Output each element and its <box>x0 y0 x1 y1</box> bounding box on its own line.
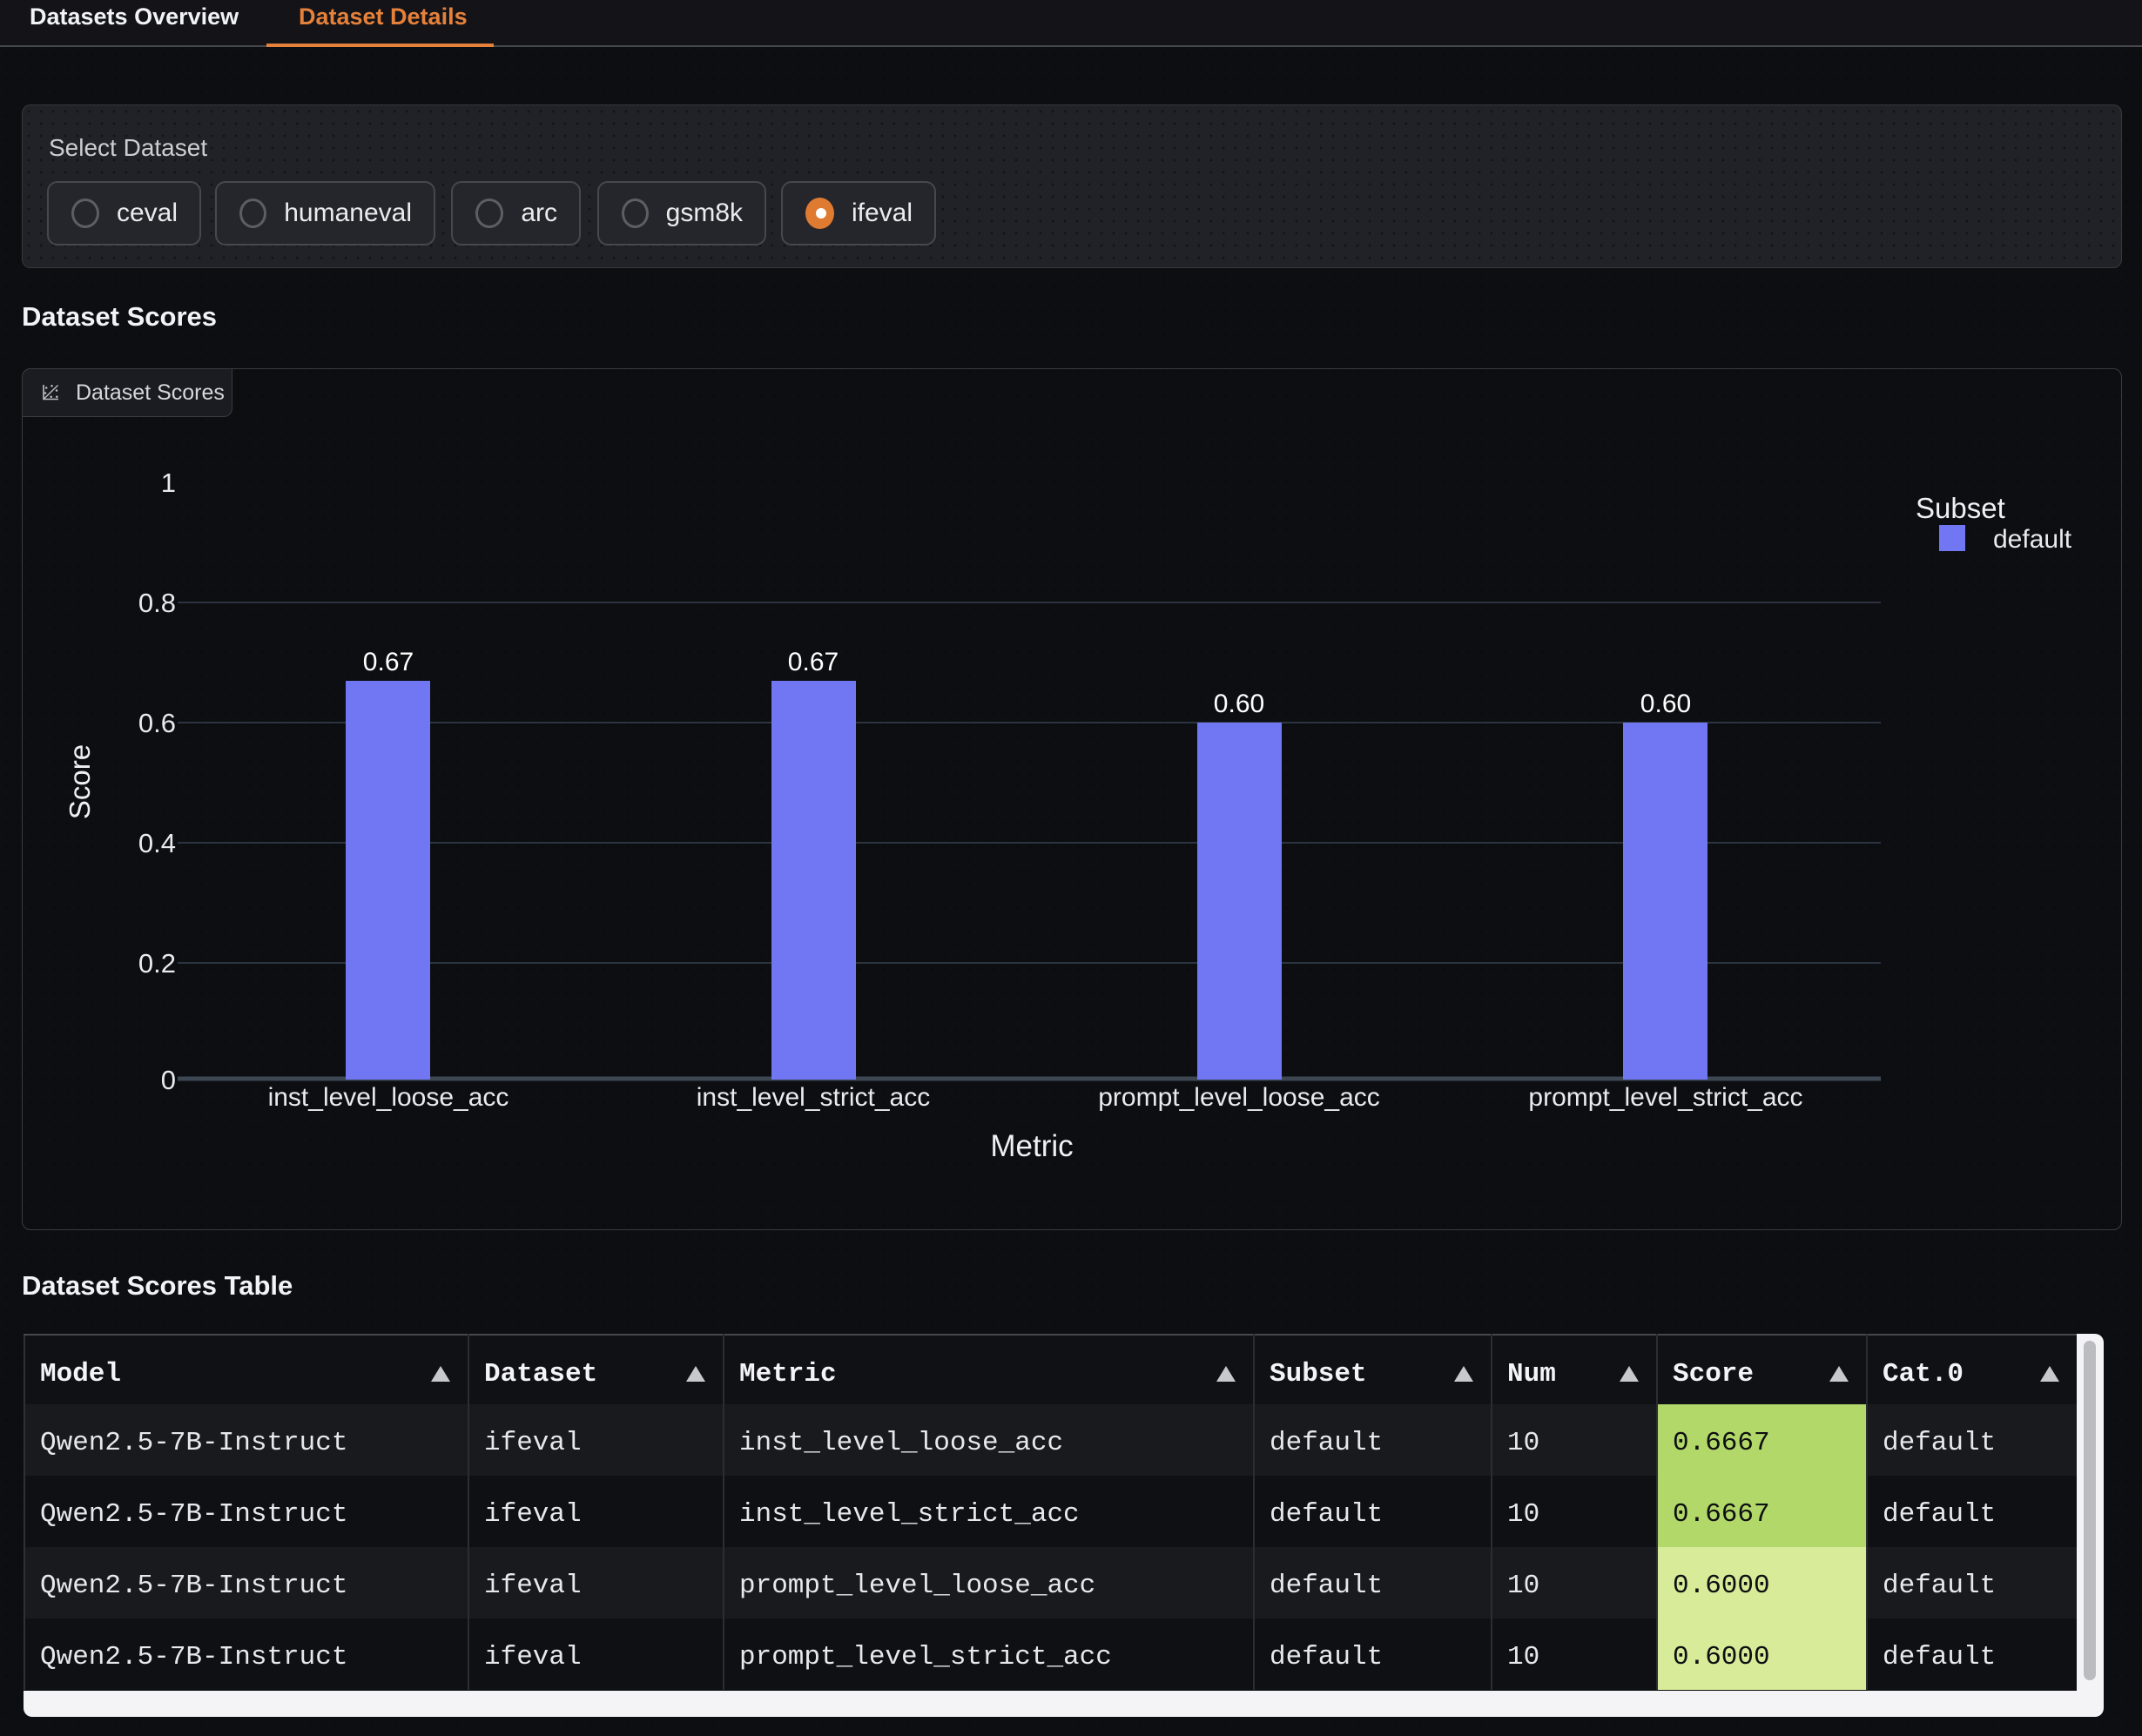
svg-text:0.67: 0.67 <box>788 648 839 676</box>
svg-text:1: 1 <box>161 468 176 498</box>
svg-text:inst_level_loose_acc: inst_level_loose_acc <box>268 1083 509 1112</box>
svg-text:0: 0 <box>161 1065 176 1095</box>
svg-text:inst_level_strict_acc: inst_level_strict_acc <box>697 1083 930 1112</box>
svg-text:Subset: Subset <box>1916 492 2005 524</box>
svg-text:0.60: 0.60 <box>1214 690 1264 718</box>
svg-text:0.2: 0.2 <box>138 948 176 979</box>
svg-text:prompt_level_strict_acc: prompt_level_strict_acc <box>1528 1083 1802 1112</box>
svg-text:0.6: 0.6 <box>138 708 176 738</box>
svg-text:0.8: 0.8 <box>138 588 176 618</box>
svg-text:prompt_level_loose_acc: prompt_level_loose_acc <box>1098 1083 1380 1112</box>
svg-text:default: default <box>1993 525 2072 554</box>
svg-text:0.60: 0.60 <box>1640 690 1691 718</box>
svg-text:0.67: 0.67 <box>363 648 414 676</box>
svg-text:Metric: Metric <box>990 1129 1073 1163</box>
svg-text:Score: Score <box>64 744 96 819</box>
svg-text:0.4: 0.4 <box>138 828 176 858</box>
